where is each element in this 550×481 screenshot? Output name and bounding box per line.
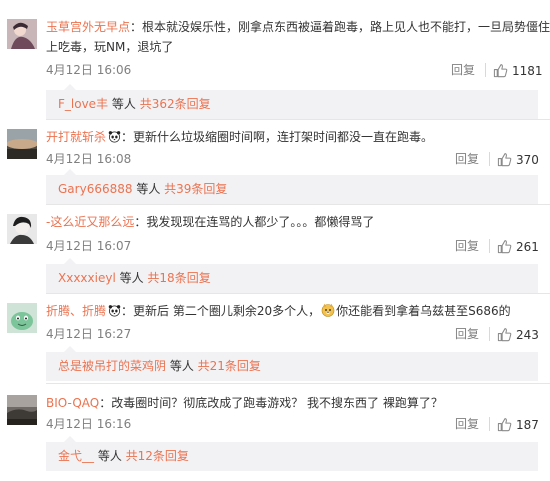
panda-emoji-icon [108, 305, 121, 317]
avatar[interactable] [7, 129, 37, 159]
replies-summary[interactable]: 总是被吊打的菜鸡阴 等人 共21条回复 [46, 346, 538, 381]
reply-others-text: 等人 [108, 97, 140, 111]
comment-time: 4月12日 16:08 [46, 152, 132, 166]
divider [46, 383, 550, 384]
comment-text: 你还能看到拿着乌兹甚至S686的 [336, 304, 511, 318]
like-count: 187 [516, 418, 539, 432]
reply-count-link[interactable]: 共39条回复 [164, 182, 227, 196]
replies-summary[interactable]: 金弋__ 等人 共12条回复 [46, 436, 538, 471]
divider [46, 204, 550, 205]
reply-count-link[interactable]: 共362条回复 [140, 97, 211, 111]
avatar[interactable] [7, 19, 37, 49]
reply-button[interactable]: 回复 [455, 417, 479, 431]
separator [489, 239, 490, 253]
reply-others-text: 等人 [132, 182, 165, 196]
replies-summary[interactable]: F_love丰 等人 共362条回复 [46, 84, 538, 119]
avatar[interactable] [7, 214, 37, 244]
comment-time: 4月12日 16:27 [46, 327, 132, 341]
reply-username[interactable]: Xxxxxieyl [58, 271, 116, 285]
comment-time: 4月12日 16:06 [46, 63, 132, 77]
like-button[interactable]: 243 [497, 327, 539, 342]
like-button[interactable]: 1181 [493, 63, 543, 78]
panda-emoji-icon [108, 131, 121, 143]
reply-others-text: 等人 [166, 359, 198, 373]
comment-username[interactable]: BIO-QAQ [46, 396, 99, 410]
reply-others-text: 等人 [94, 449, 126, 463]
like-count: 243 [516, 328, 539, 342]
comment-username[interactable]: 折腾、折腾 [46, 304, 106, 318]
comment-text: ：更新后 第二个圈儿剩余20多个人， [121, 304, 321, 318]
reply-username[interactable]: 总是被吊打的菜鸡阴 [58, 359, 166, 373]
reply-button[interactable]: 回复 [455, 327, 479, 341]
replies-summary[interactable]: Gary666888 等人 共39条回复 [46, 169, 538, 204]
reply-count-link[interactable]: 共12条回复 [126, 449, 189, 463]
comment-text: ：改毒圈时间？彻底改成了跑毒游戏？ 我不搜东西了 裸跑算了？ [99, 396, 443, 410]
thumbs-up-icon [497, 153, 512, 167]
reply-count-link[interactable]: 共21条回复 [198, 359, 261, 373]
comment-username[interactable]: 开打就斩杀 [46, 130, 106, 144]
reply-button[interactable]: 回复 [455, 239, 479, 253]
like-button[interactable]: 370 [497, 152, 539, 167]
thumbs-up-icon [497, 328, 512, 342]
reply-button[interactable]: 回复 [455, 152, 479, 166]
separator [489, 327, 490, 341]
comment-text: ：更新什么垃圾缩圈时间啊，连打架时间都没一直在跑毒。 [121, 130, 434, 144]
reply-username[interactable]: Gary666888 [58, 182, 133, 196]
separator [489, 152, 490, 166]
replies-summary[interactable]: Xxxxxieyl 等人 共18条回复 [46, 258, 538, 293]
reply-username[interactable]: 金弋__ [58, 449, 94, 463]
divider [46, 293, 550, 294]
divider [46, 119, 550, 120]
reply-others-text: 等人 [115, 271, 148, 285]
avatar[interactable] [7, 395, 37, 425]
reply-button[interactable]: 回复 [451, 63, 475, 77]
comment-text: 上吃毒，玩NM，退坑了 [46, 40, 174, 54]
like-count: 261 [516, 240, 539, 254]
comment-username[interactable]: -这么近又那么远 [46, 215, 134, 229]
comment-text: ：根本就没娱乐性，刚拿点东西被逼着跑毒，路上见人也不能打，一旦局势僵住马 [130, 20, 550, 34]
thumbs-up-icon [497, 418, 512, 432]
reply-count-link[interactable]: 共18条回复 [147, 271, 210, 285]
comment-text: ：我发现现在连骂的人都少了。。。都懒得骂了 [134, 215, 375, 229]
like-count: 370 [516, 153, 539, 167]
like-button[interactable]: 261 [497, 239, 539, 254]
avatar[interactable] [7, 303, 37, 333]
thumbs-up-icon [497, 240, 512, 254]
doge-emoji-icon [321, 303, 335, 317]
separator [485, 63, 486, 77]
thumbs-up-icon [493, 64, 508, 78]
comment-username[interactable]: 玉草宫外无早点 [46, 20, 130, 34]
comment-time: 4月12日 16:16 [46, 417, 132, 431]
like-count: 1181 [512, 64, 543, 78]
like-button[interactable]: 187 [497, 417, 539, 432]
separator [489, 417, 490, 431]
comment-time: 4月12日 16:07 [46, 239, 132, 253]
reply-username[interactable]: F_love丰 [58, 97, 108, 111]
